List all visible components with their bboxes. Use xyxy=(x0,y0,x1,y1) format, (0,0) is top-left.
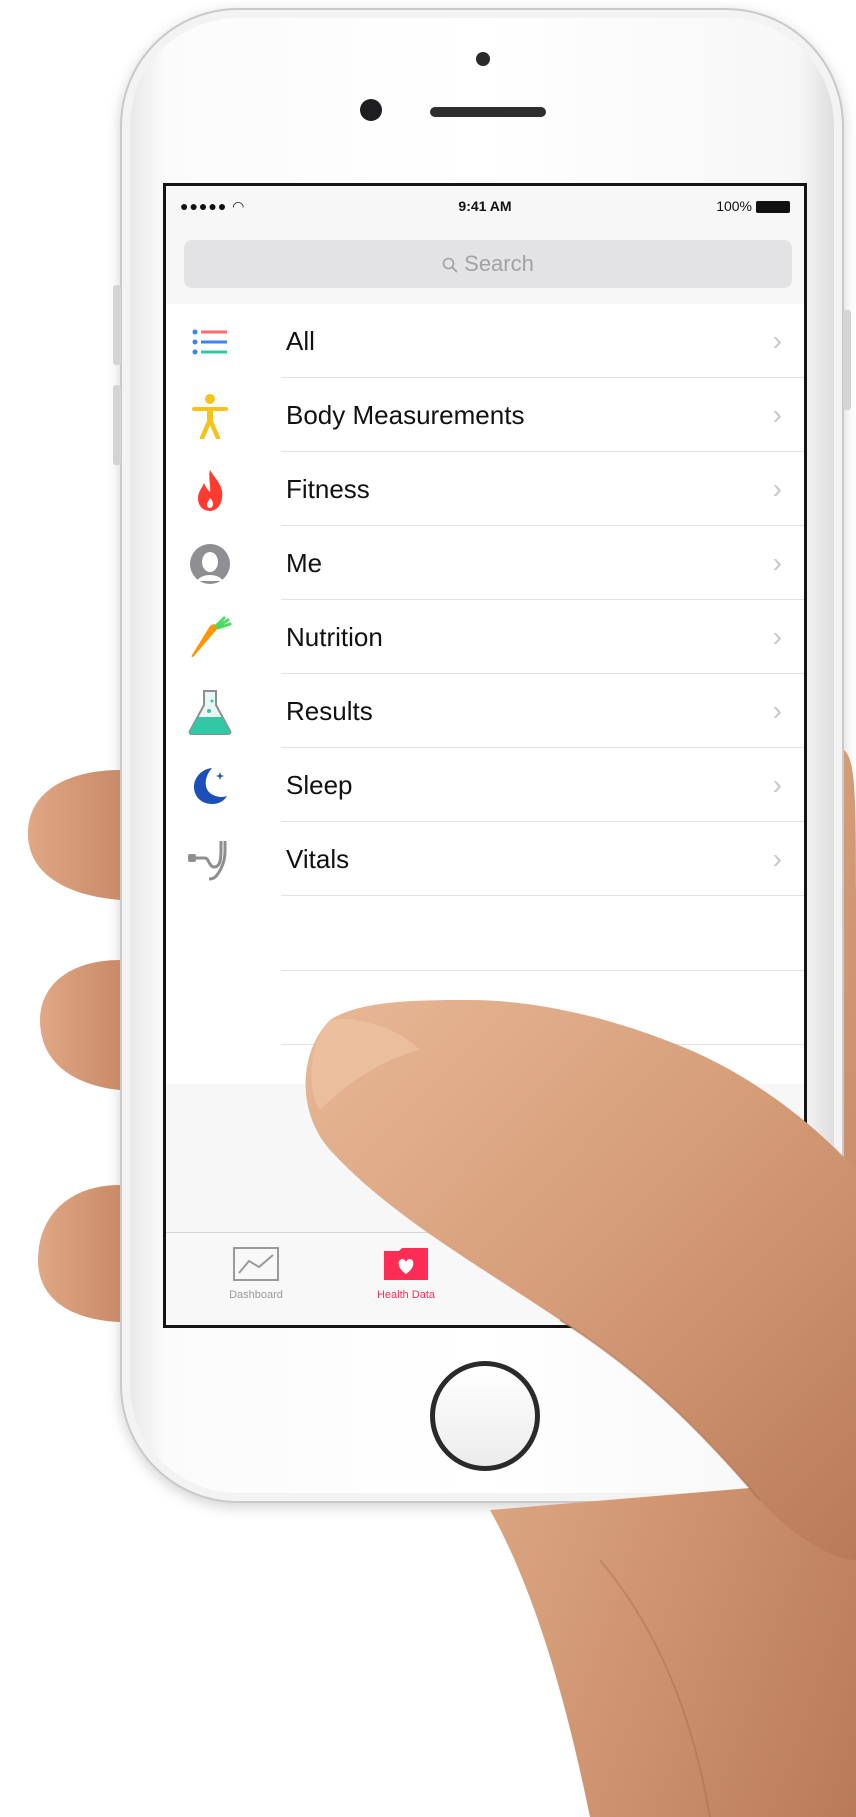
category-label: Sleep xyxy=(286,770,353,800)
category-label: All xyxy=(286,326,315,356)
person-head-icon xyxy=(186,540,234,588)
tab-bar: Dashboard Health Data So xyxy=(166,1232,804,1325)
chevron-right-icon: › xyxy=(772,399,782,430)
tab-sources[interactable]: So xyxy=(476,1239,636,1301)
row-divider xyxy=(281,1044,804,1045)
chevron-right-icon: › xyxy=(772,325,782,356)
tab-label: Health Data xyxy=(376,1289,436,1301)
chevron-right-icon: › xyxy=(772,843,782,874)
tab-health-data[interactable]: Health Data xyxy=(326,1239,486,1301)
dashboard-icon xyxy=(233,1247,279,1281)
volume-button xyxy=(113,385,121,465)
search-icon xyxy=(442,240,458,288)
battery-status: 100% xyxy=(716,198,790,214)
tab-label: So xyxy=(549,1289,563,1301)
flame-icon xyxy=(186,466,234,514)
tab-label: Dashboard xyxy=(229,1289,283,1301)
stethoscope-icon xyxy=(186,836,234,884)
category-label: Me xyxy=(286,548,323,578)
earpiece-speaker xyxy=(430,107,546,117)
category-row-body-measurements[interactable]: Body Measurements › xyxy=(166,378,804,452)
tab-dashboard[interactable]: Dashboard xyxy=(176,1239,336,1301)
home-button[interactable] xyxy=(430,1361,540,1471)
category-row-all[interactable]: All › xyxy=(166,304,804,378)
chevron-right-icon: › xyxy=(772,547,782,578)
category-label: Fitness xyxy=(286,474,370,504)
clock: 9:41 AM xyxy=(458,198,512,214)
search-bar[interactable]: Search xyxy=(184,240,792,288)
health-data-folder-icon xyxy=(383,1247,429,1281)
list-icon xyxy=(186,318,234,366)
chevron-right-icon: › xyxy=(772,695,782,726)
category-row-vitals[interactable]: Vitals › xyxy=(166,822,804,896)
flask-icon xyxy=(186,688,234,736)
category-label: Body Measurements xyxy=(286,400,525,430)
category-row-results[interactable]: Results › xyxy=(166,674,804,748)
category-row-fitness[interactable]: Fitness › xyxy=(166,452,804,526)
category-row-me[interactable]: Me › xyxy=(166,526,804,600)
volume-button xyxy=(113,285,121,365)
carrot-icon xyxy=(186,614,234,662)
body-figure-icon xyxy=(186,392,234,440)
row-divider xyxy=(281,970,804,971)
category-label: Nutrition xyxy=(286,622,383,652)
power-button xyxy=(843,310,851,410)
chevron-right-icon: › xyxy=(772,473,782,504)
phone-screen: ●●●●● ◠ 9:41 AM 100% Search All › Body M… xyxy=(163,183,807,1328)
sources-icon xyxy=(533,1247,579,1281)
status-bar: ●●●●● ◠ 9:41 AM 100% xyxy=(166,186,804,228)
moon-icon xyxy=(186,762,234,810)
category-row-sleep[interactable]: Sleep › xyxy=(166,748,804,822)
chevron-right-icon: › xyxy=(772,769,782,800)
chevron-right-icon: › xyxy=(772,621,782,652)
front-camera-icon xyxy=(476,52,490,66)
category-row-nutrition[interactable]: Nutrition › xyxy=(166,600,804,674)
category-label: Results xyxy=(286,696,373,726)
search-placeholder: Search xyxy=(464,251,534,276)
proximity-sensor xyxy=(360,99,382,121)
health-categories-list: All › Body Measurements › Fitness › Me ›… xyxy=(166,304,804,1084)
category-label: Vitals xyxy=(286,844,350,874)
row-divider xyxy=(281,895,804,896)
battery-icon xyxy=(756,201,790,214)
